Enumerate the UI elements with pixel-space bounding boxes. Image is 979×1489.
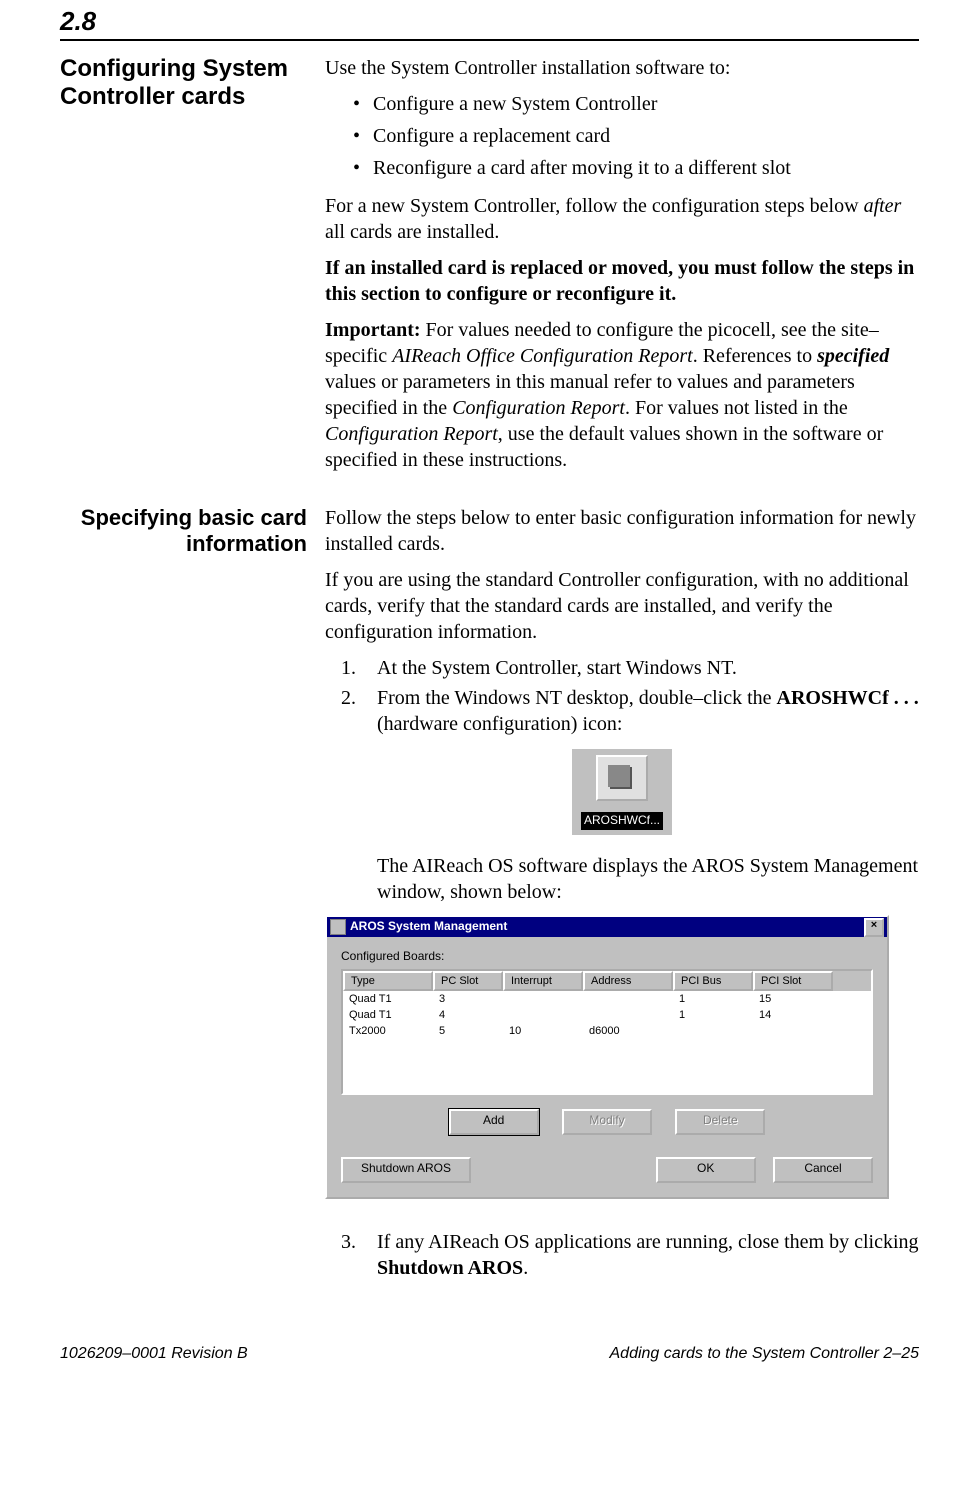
listview-header: Type PC Slot Interrupt Address PCI Bus P… <box>343 971 871 991</box>
para-standard-config: If you are using the standard Controller… <box>325 567 919 645</box>
para-important: Important: For values needed to configur… <box>325 317 919 473</box>
aros-system-management-window: AROS System Management × Configured Boar… <box>325 915 889 1199</box>
aroshwcf-desktop-icon[interactable]: AROSHWCf... <box>572 749 672 835</box>
cancel-button[interactable]: Cancel <box>773 1157 873 1183</box>
list-row[interactable]: Quad T1 4 1 14 <box>343 1007 871 1023</box>
para-follow-steps: Follow the steps below to enter basic co… <box>325 505 919 557</box>
section-rule <box>60 39 919 41</box>
step-list-continued: If any AIReach OS applications are runni… <box>325 1229 919 1281</box>
list-row[interactable]: Tx2000 5 10 d6000 <box>343 1023 871 1039</box>
step-item: From the Windows NT desktop, double–clic… <box>361 685 919 737</box>
col-pc-slot[interactable]: PC Slot <box>433 971 503 991</box>
window-sys-icon[interactable] <box>330 919 346 935</box>
bullet-item: Configure a replacement card <box>353 123 919 149</box>
col-interrupt[interactable]: Interrupt <box>503 971 583 991</box>
section-number: 2.8 <box>60 0 919 39</box>
para-replace-move: If an installed card is replaced or move… <box>325 255 919 307</box>
titlebar: AROS System Management × <box>327 917 887 937</box>
modify-button: Modify <box>562 1109 652 1135</box>
col-type[interactable]: Type <box>343 971 433 991</box>
para-new-controller: For a new System Controller, follow the … <box>325 193 919 245</box>
section-specifying: Specifying basic card information Follow… <box>60 505 919 1293</box>
bullet-item: Configure a new System Controller <box>353 91 919 117</box>
col-pci-bus[interactable]: PCI Bus <box>673 971 753 991</box>
col-address[interactable]: Address <box>583 971 673 991</box>
heading-specifying: Specifying basic card information <box>60 505 307 558</box>
shutdown-aros-button[interactable]: Shutdown AROS <box>341 1157 471 1183</box>
configured-boards-label: Configured Boards: <box>341 949 873 965</box>
window-title: AROS System Management <box>350 919 864 935</box>
step-list: At the System Controller, start Windows … <box>325 655 919 737</box>
delete-button: Delete <box>675 1109 765 1135</box>
bullet-item: Reconfigure a card after moving it to a … <box>353 155 919 181</box>
shortcut-icon <box>596 755 648 801</box>
step-item: At the System Controller, start Windows … <box>361 655 919 681</box>
footer-right: Adding cards to the System Controller 2–… <box>610 1345 920 1363</box>
boards-listview[interactable]: Type PC Slot Interrupt Address PCI Bus P… <box>341 969 873 1095</box>
icon-label: AROSHWCf... <box>581 812 663 830</box>
list-row[interactable]: Quad T1 3 1 15 <box>343 991 871 1007</box>
bullet-list: Configure a new System Controller Config… <box>325 91 919 181</box>
para-displays-window: The AIReach OS software displays the ARO… <box>325 853 919 905</box>
intro-text: Use the System Controller installation s… <box>325 55 919 81</box>
footer-left: 1026209–0001 Revision B <box>60 1345 248 1363</box>
close-button[interactable]: × <box>864 918 884 937</box>
page-footer: 1026209–0001 Revision B Adding cards to … <box>60 1315 919 1363</box>
heading-configuring: Configuring System Controller cards <box>60 55 307 110</box>
add-button[interactable]: Add <box>449 1109 539 1135</box>
step-item: If any AIReach OS applications are runni… <box>361 1229 919 1281</box>
col-pci-slot[interactable]: PCI Slot <box>753 971 833 991</box>
ok-button[interactable]: OK <box>656 1157 756 1183</box>
section-configuring: Configuring System Controller cards Use … <box>60 55 919 483</box>
